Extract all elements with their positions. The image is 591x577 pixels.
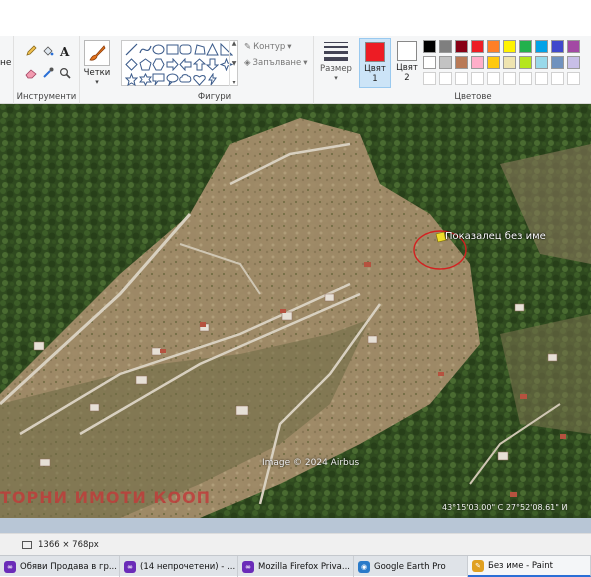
tools-group: A Инструменти <box>14 36 80 104</box>
paint-canvas[interactable]: Показалец без име Image © 2024 Airbus 43… <box>0 104 591 518</box>
eraser-icon[interactable] <box>24 66 38 80</box>
firefox-private-icon: ∞ <box>4 560 16 573</box>
taskbar-item[interactable]: ✎ Без име - Paint <box>468 556 591 577</box>
svg-text:A: A <box>59 45 70 57</box>
image-size-icon <box>22 540 32 549</box>
taskbar-item[interactable]: ∞ Обяви Продава в гр... <box>0 556 120 577</box>
pencil-icon[interactable] <box>24 44 38 58</box>
taskbar-item-label: (14 непрочетени) - ... <box>140 561 236 572</box>
colors-group-label: Цветове <box>454 92 492 102</box>
watermark-text: ТОРНИ ИМОТИ КООП <box>0 488 212 507</box>
size-label: Размер <box>320 64 352 74</box>
line-size-icon <box>324 42 348 61</box>
satellite-image <box>0 104 591 518</box>
size-button[interactable]: Размер ▾ <box>320 40 352 82</box>
firefox-private-icon: ∞ <box>124 560 136 573</box>
placemark-label: Показалец без име <box>445 231 546 242</box>
taskbar-item-label: Без име - Paint <box>488 560 553 571</box>
colors-group: Цветове <box>355 36 591 104</box>
brush-icon <box>84 40 110 66</box>
status-bar: 1366 × 768px <box>0 533 591 555</box>
taskbar: ∞ Обяви Продава в гр... ∞ (14 непрочетени) … <box>0 555 591 577</box>
taskbar-item[interactable]: ◉ Google Earth Pro <box>354 556 468 577</box>
imagery-credit: Image © 2024 Airbus <box>262 458 360 468</box>
brushes-button[interactable]: Четки ▾ <box>82 40 112 86</box>
firefox-private-icon: ∞ <box>242 560 254 573</box>
image-group-cut-label: не <box>0 58 12 68</box>
magnifier-icon[interactable] <box>58 66 72 80</box>
shapes-group-label: Фигури <box>197 92 232 102</box>
image-dimensions: 1366 × 768px <box>38 539 99 550</box>
canvas-background <box>0 518 591 533</box>
fill-bucket-icon[interactable] <box>41 44 55 58</box>
brushes-label: Четки <box>83 68 111 78</box>
taskbar-item[interactable]: ∞ (14 непрочетени) - ... <box>120 556 238 577</box>
paint-icon: ✎ <box>472 559 484 572</box>
chevron-down-icon: ▾ <box>95 78 99 86</box>
image-group-partial: не <box>0 36 14 104</box>
taskbar-item-label: Обяви Продава в гр... <box>20 561 117 572</box>
color-picker-icon[interactable] <box>41 66 55 80</box>
ribbon: не A Инструменти Четки ▾ ▲ ▼ ▾ ✎ Контур … <box>0 36 591 104</box>
chevron-down-icon: ▾ <box>334 74 338 82</box>
title-area <box>0 0 591 36</box>
taskbar-item[interactable]: ∞ Mozilla Firefox Priva... <box>238 556 354 577</box>
google-earth-icon: ◉ <box>358 560 370 573</box>
shapes-group: Фигури <box>116 36 314 104</box>
text-icon[interactable]: A <box>58 44 72 58</box>
coordinates-readout: 43°15'03.00" С 27°52'08.61" И <box>442 503 568 512</box>
taskbar-item-label: Google Earth Pro <box>374 561 446 572</box>
taskbar-item-label: Mozilla Firefox Priva... <box>258 561 351 572</box>
tools-group-label: Инструменти <box>16 92 77 102</box>
